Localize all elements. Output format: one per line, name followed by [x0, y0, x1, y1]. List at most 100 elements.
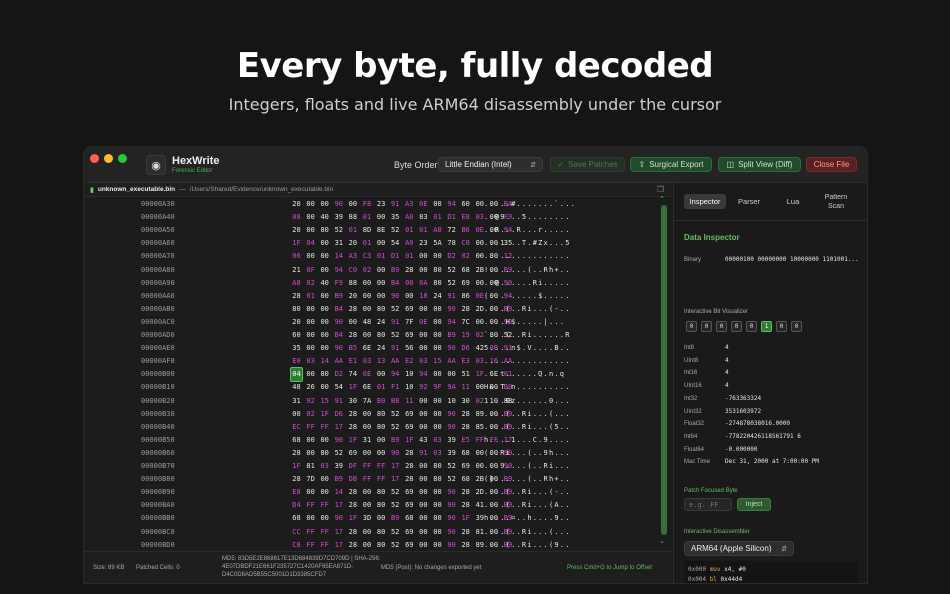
hex-byte[interactable]: 0A — [418, 277, 429, 290]
hex-byte[interactable]: 91 — [418, 447, 429, 460]
hex-byte[interactable]: 80 — [376, 421, 387, 434]
hex-byte[interactable]: 7C — [460, 316, 471, 329]
scrollbar-thumb[interactable] — [661, 205, 667, 535]
hex-byte[interactable]: 03 — [418, 355, 429, 368]
hex-byte[interactable]: 80 — [432, 277, 443, 290]
bit-toggle[interactable]: 0 — [716, 321, 727, 332]
inject-button[interactable]: Inject — [737, 498, 771, 511]
hex-byte[interactable]: 88 — [347, 211, 358, 224]
hex-byte[interactable]: 00 — [362, 290, 373, 303]
hex-byte[interactable]: 02 — [305, 408, 316, 421]
hex-byte[interactable]: 14 — [333, 486, 344, 499]
hex-byte[interactable]: F1 — [390, 381, 401, 394]
hex-byte[interactable]: 14 — [333, 250, 344, 263]
hex-byte[interactable]: 00 — [432, 526, 443, 539]
ascii-column[interactable]: ....(..Ri...(... — [484, 526, 571, 539]
hex-byte[interactable]: 7F — [404, 316, 415, 329]
hex-byte[interactable]: 35 — [390, 211, 401, 224]
ascii-column[interactable]: ....(..Ri...(... — [484, 408, 571, 421]
hex-byte[interactable]: 48 — [291, 381, 302, 394]
hex-byte[interactable]: F8 — [362, 198, 373, 211]
hex-byte[interactable]: 90 — [446, 342, 457, 355]
hex-byte[interactable]: 80 — [432, 460, 443, 473]
hex-byte[interactable]: 90 — [446, 486, 457, 499]
hex-byte[interactable]: 52 — [446, 277, 457, 290]
hex-byte[interactable]: 03 — [305, 355, 316, 368]
hex-byte[interactable]: 28 — [404, 473, 415, 486]
hex-byte[interactable]: 00 — [418, 526, 429, 539]
byte-order-select[interactable]: Little Endian (Intel) ⇵ — [438, 157, 543, 172]
hex-byte[interactable]: 80 — [376, 499, 387, 512]
hex-byte[interactable]: D1 — [390, 250, 401, 263]
hex-byte[interactable]: 80 — [319, 368, 330, 381]
hex-byte[interactable]: 00 — [305, 250, 316, 263]
hex-byte[interactable]: 28 — [347, 486, 358, 499]
hex-byte[interactable]: E3 — [460, 355, 471, 368]
hex-byte[interactable]: 1F — [347, 381, 358, 394]
hex-byte[interactable]: 04 — [305, 237, 316, 250]
hex-byte[interactable]: A8 — [404, 211, 415, 224]
ascii-column[interactable]: ....(..Ri...(-.. — [484, 486, 571, 499]
hex-byte[interactable]: 00 — [418, 421, 429, 434]
hex-byte[interactable]: 00 — [305, 447, 316, 460]
hex-byte[interactable]: 90 — [333, 198, 344, 211]
hex-byte[interactable]: 17 — [390, 460, 401, 473]
hex-byte[interactable]: 1F — [291, 460, 302, 473]
hex-byte[interactable]: 00 — [291, 408, 302, 421]
bit-toggle[interactable]: 0 — [746, 321, 757, 332]
hex-byte[interactable]: 00 — [319, 473, 330, 486]
ascii-column[interactable]: ...t......Q.n.q — [484, 368, 565, 381]
hex-byte[interactable]: 90 — [333, 512, 344, 525]
ascii-column[interactable]: ...1 ..T.#Zx...5 — [484, 237, 571, 250]
close-file-button[interactable]: Close File — [806, 157, 857, 172]
hex-byte[interactable]: D2 — [333, 368, 344, 381]
hex-byte[interactable]: 24 — [376, 342, 387, 355]
hex-byte[interactable]: 52 — [446, 460, 457, 473]
hex-byte[interactable]: B9 — [333, 473, 344, 486]
hex-byte[interactable]: 24 — [376, 316, 387, 329]
hex-byte[interactable]: 69 — [347, 447, 358, 460]
hex-byte[interactable]: A3 — [404, 198, 415, 211]
hex-byte[interactable]: FF — [362, 460, 373, 473]
hex-byte[interactable]: 39 — [333, 460, 344, 473]
hex-byte[interactable]: B9 — [446, 329, 457, 342]
hex-byte[interactable]: 01 — [418, 224, 429, 237]
hex-byte[interactable]: 02 — [460, 250, 471, 263]
hex-byte[interactable]: 00 — [432, 395, 443, 408]
hex-byte[interactable]: 5A — [432, 237, 443, 250]
hex-byte[interactable]: 52 — [446, 473, 457, 486]
hex-byte[interactable]: 20 — [291, 198, 302, 211]
hex-view[interactable]: 00000A30 20 00 00 90 00 F8 23 91 A3 0E 00 94 60 00 00 B4… — [84, 198, 656, 551]
hex-byte[interactable]: 00 — [347, 316, 358, 329]
hex-byte[interactable]: 10 — [446, 395, 457, 408]
hex-byte[interactable]: 94 — [390, 368, 401, 381]
ascii-column[interactable]: `...(..Ri......R — [484, 329, 571, 342]
hex-byte[interactable]: DF — [347, 460, 358, 473]
hex-byte[interactable]: 69 — [404, 486, 415, 499]
hex-byte[interactable]: 74 — [347, 368, 358, 381]
close-window-button[interactable] — [90, 154, 99, 163]
hex-byte[interactable]: B9 — [333, 290, 344, 303]
hex-byte[interactable]: 01 — [347, 224, 358, 237]
hex-byte[interactable]: 90 — [333, 434, 344, 447]
hex-byte[interactable]: 51 — [460, 368, 471, 381]
hex-byte[interactable]: 00 — [376, 277, 387, 290]
architecture-select[interactable]: ARM64 (Apple Silicon) ⇵ — [684, 541, 794, 556]
hex-byte[interactable]: 00 — [362, 499, 373, 512]
hex-byte[interactable]: 30 — [460, 395, 471, 408]
hex-byte[interactable]: 88 — [347, 277, 358, 290]
hex-byte[interactable]: 17 — [333, 526, 344, 539]
minimize-window-button[interactable] — [104, 154, 113, 163]
hex-byte[interactable]: 00 — [319, 486, 330, 499]
hex-byte[interactable]: B4 — [390, 277, 401, 290]
hex-byte[interactable]: 28 — [404, 460, 415, 473]
hex-byte[interactable]: 90 — [446, 408, 457, 421]
hex-byte[interactable]: 7D — [305, 473, 316, 486]
hex-byte[interactable]: 00 — [432, 303, 443, 316]
hex-byte[interactable]: 39 — [446, 434, 457, 447]
hex-byte[interactable]: 43 — [418, 434, 429, 447]
hex-byte[interactable]: 80 — [319, 447, 330, 460]
zoom-window-button[interactable] — [118, 154, 127, 163]
hex-byte[interactable]: 21 — [291, 264, 302, 277]
bit-toggle[interactable]: 0 — [731, 321, 742, 332]
